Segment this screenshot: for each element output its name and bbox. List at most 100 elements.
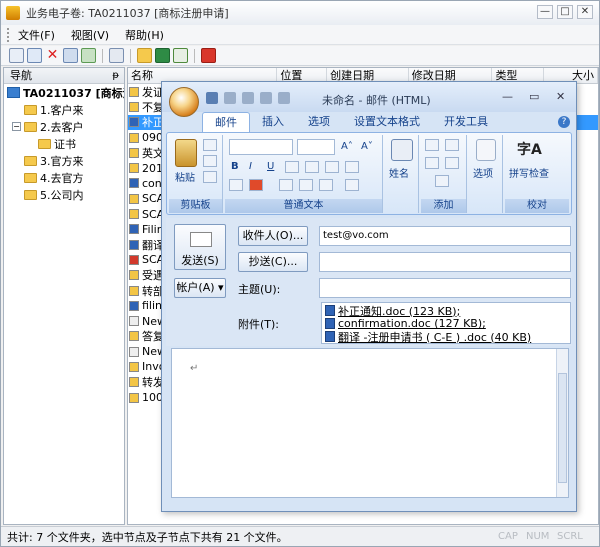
new-doc-icon[interactable] — [9, 48, 24, 63]
cc-field[interactable] — [319, 252, 571, 272]
scrollbar-thumb[interactable] — [558, 373, 567, 483]
subject-field[interactable] — [319, 278, 571, 298]
to-field[interactable]: test@vo.com — [319, 226, 571, 246]
new-doc2-icon[interactable] — [27, 48, 42, 63]
indent-icon[interactable] — [325, 161, 339, 173]
office-button[interactable] — [169, 87, 199, 117]
word-doc-icon — [325, 318, 335, 329]
paste-button[interactable]: 粘贴 — [175, 169, 195, 184]
up-arrow-icon[interactable] — [260, 92, 272, 104]
menu-view[interactable]: 视图(V) — [63, 27, 117, 43]
bullets-icon[interactable] — [285, 161, 299, 173]
collapse-icon[interactable]: − — [12, 122, 21, 131]
mail-compose-window: 未命名 - 邮件 (HTML) — ▭ ✕ 邮件 插入 选项 设置文本格式 开发… — [161, 81, 577, 512]
body-scrollbar[interactable] — [556, 349, 568, 497]
numbering-icon[interactable] — [305, 161, 319, 173]
attach-item-icon[interactable] — [445, 139, 459, 151]
grow-font-button[interactable]: A˄ — [341, 141, 353, 152]
file-icon — [129, 86, 139, 97]
align-left-icon[interactable] — [279, 179, 293, 191]
spelling-button[interactable]: 拼写检查 — [509, 165, 549, 180]
ribbon-tabs: 邮件 插入 选项 设置文本格式 开发工具 — [202, 112, 500, 132]
tree-item-internal[interactable]: 5.公司内 — [4, 186, 124, 203]
spelling-icon[interactable]: 字A — [517, 139, 542, 159]
excel-icon[interactable] — [155, 48, 170, 63]
names-button[interactable]: 姓名 — [389, 165, 409, 180]
signature-icon[interactable] — [435, 175, 449, 187]
attachment-item[interactable]: 补正通知.doc (123 KB); — [325, 304, 567, 318]
refresh-icon[interactable] — [81, 48, 96, 63]
save-icon[interactable] — [206, 92, 218, 104]
close-button[interactable]: ✕ — [577, 5, 593, 19]
attach-file-icon[interactable] — [425, 139, 439, 151]
tree-root[interactable]: TA0211037 [商标注册申请] — [4, 84, 124, 101]
mail-close-button[interactable]: ✕ — [556, 90, 565, 103]
basic-text-label: 普通文本 — [225, 199, 382, 213]
bold-button[interactable]: B — [231, 161, 239, 172]
highlight-icon[interactable] — [229, 179, 243, 191]
folder-icon — [24, 155, 37, 166]
delete-icon[interactable]: ✕ — [45, 48, 60, 63]
tab-mail[interactable]: 邮件 — [202, 112, 250, 132]
calendar-icon[interactable] — [445, 157, 459, 169]
folder-icon[interactable] — [137, 48, 152, 63]
align-right-icon[interactable] — [319, 179, 333, 191]
tree-item-certificate[interactable]: 证书 — [4, 135, 124, 152]
tree-item-customer-in[interactable]: 1.客户来 — [4, 101, 124, 118]
export-icon[interactable] — [173, 48, 188, 63]
align-center-icon[interactable] — [299, 179, 313, 191]
file-icon — [129, 178, 139, 189]
undo-icon[interactable] — [224, 92, 236, 104]
underline-button[interactable]: U — [267, 161, 274, 172]
maximize-button[interactable]: □ — [557, 5, 573, 19]
flag-icon[interactable] — [476, 139, 496, 161]
close-red-icon[interactable] — [201, 48, 216, 63]
paste-icon[interactable] — [175, 139, 197, 167]
paste-icon[interactable] — [109, 48, 124, 63]
options-button[interactable]: 选项 — [473, 165, 493, 180]
business-card-icon[interactable] — [425, 157, 439, 169]
app-icon — [6, 6, 20, 20]
format-painter-icon[interactable] — [203, 171, 217, 183]
font-color-icon[interactable] — [249, 179, 263, 191]
file-icon — [129, 331, 139, 342]
menu-file[interactable]: 文件(F) — [10, 27, 63, 43]
mail-minimize-button[interactable]: — — [502, 90, 513, 103]
outdent-icon[interactable] — [345, 161, 359, 173]
down-arrow-icon[interactable] — [278, 92, 290, 104]
cut-icon[interactable] — [203, 139, 217, 151]
minimize-button[interactable]: — — [537, 5, 553, 19]
tree-item-official-in[interactable]: 3.官方来 — [4, 152, 124, 169]
copy-icon[interactable] — [63, 48, 78, 63]
shrink-font-button[interactable]: A˅ — [361, 141, 373, 152]
tab-insert[interactable]: 插入 — [250, 112, 296, 132]
send-button[interactable]: 发送(S) — [174, 224, 226, 270]
tab-options[interactable]: 选项 — [296, 112, 342, 132]
attachments-label: 附件(T): — [238, 318, 280, 331]
menu-help[interactable]: 帮助(H) — [117, 27, 172, 43]
font-size-combo[interactable] — [297, 139, 335, 155]
message-body[interactable]: ↵ — [171, 348, 569, 498]
address-book-icon[interactable] — [391, 139, 413, 161]
account-button[interactable]: 帐户(A) ▾ — [174, 278, 226, 298]
cc-button[interactable]: 抄送(C)... — [238, 252, 308, 272]
pin-icon[interactable]: ᵽ — [112, 68, 119, 84]
italic-button[interactable]: I — [249, 161, 252, 172]
group-proofing: 字A 拼写检查 校对 — [505, 135, 569, 213]
mail-maximize-button[interactable]: ▭ — [529, 90, 539, 103]
font-combo[interactable] — [229, 139, 293, 155]
attachment-item[interactable]: 翻译 -注册申请书 ( C-E ) .doc (40 KB) — [325, 330, 567, 344]
file-icon — [129, 346, 139, 357]
to-button[interactable]: 收件人(O)... — [238, 226, 308, 246]
group-clipboard: 粘贴 剪贴板 — [169, 135, 223, 213]
redo-icon[interactable] — [242, 92, 254, 104]
paragraph-mark: ↵ — [190, 363, 199, 374]
tab-format-text[interactable]: 设置文本格式 — [342, 112, 432, 132]
tab-developer[interactable]: 开发工具 — [432, 112, 500, 132]
help-icon[interactable]: ? — [558, 116, 570, 128]
tree-item-customer-out[interactable]: − 2.去客户 — [4, 118, 124, 135]
copy-icon[interactable] — [203, 155, 217, 167]
tree-item-official-out[interactable]: 4.去官方 — [4, 169, 124, 186]
clear-format-icon[interactable] — [345, 179, 359, 191]
file-icon — [129, 254, 139, 265]
